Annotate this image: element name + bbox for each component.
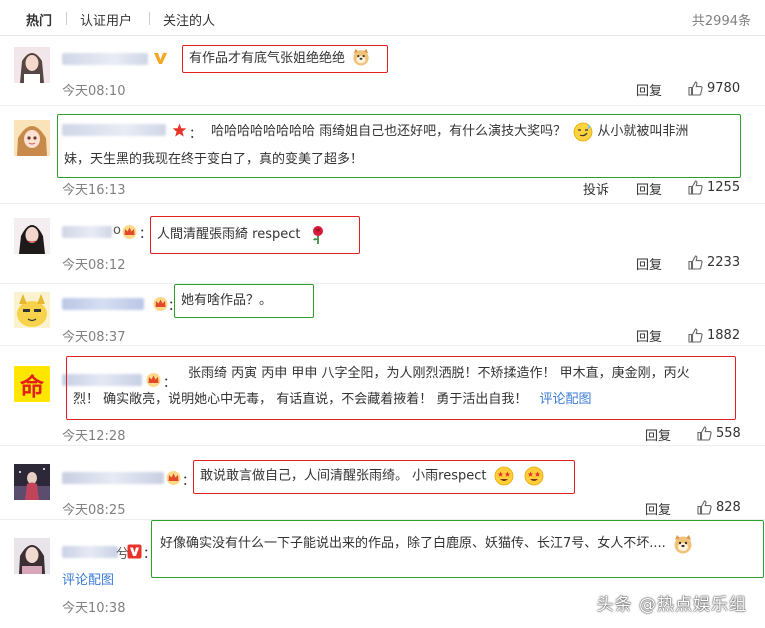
thumbs-up-icon: [688, 180, 703, 195]
like-button[interactable]: 9780: [688, 81, 740, 96]
comment-text-box: 她有啥作品？。: [174, 284, 314, 318]
username-blurred[interactable]: [62, 546, 118, 558]
comment-text: 妹，天生黑的我现在终于变白了，真的变美了超多！: [64, 152, 364, 167]
comment-item: 命 ： 张雨绮 丙寅 丙申 甲申 八字全阳，为人刚烈洒脱！不矫揉造作！ 甲木直，…: [0, 346, 765, 446]
crown-icon: [153, 297, 168, 311]
comment-text-box: 张雨绮 丙寅 丙申 甲申 八字全阳，为人刚烈洒脱！不矫揉造作！ 甲木直，庚金刚，…: [66, 356, 736, 420]
comment-text: 哈哈哈哈哈哈哈哈 雨绮姐自己也还好吧，有什么演技大奖吗？: [211, 124, 567, 139]
avatar[interactable]: [14, 292, 50, 328]
like-button[interactable]: 558: [697, 426, 741, 441]
like-count: 828: [716, 500, 741, 515]
comment-text-cont: 烈！ 确实敞亮，说明她心中无毒， 有话直说，不会藏着掖着！ 勇于活出自我！: [73, 392, 528, 407]
comment-text-box: 敢说敢言做自己，人间清醒张雨绮。 小雨respect: [193, 460, 575, 494]
comment-text: 好像确实没有什么一下子能说出来的作品，除了白鹿原、妖猫传、长江7号、女人不坏..…: [160, 536, 666, 551]
username-blurred[interactable]: [62, 53, 148, 65]
avatar[interactable]: 命: [14, 366, 50, 402]
comment-time: 今天08:25: [62, 503, 126, 518]
comment-item: o ： 人間清醒張雨綺 respect 今天08:12 回复 2233: [0, 204, 765, 284]
comment-text-box: 人間清醒張雨綺 respect: [150, 216, 360, 254]
comment-time: 今天08:10: [62, 84, 126, 99]
tab-divider: [66, 12, 67, 25]
comment-item: ： 她有啥作品？。 今天08:37 回复 1882: [0, 284, 765, 346]
watermark: 头条 @热点娱乐组: [596, 595, 747, 615]
comment-text: 有作品才有底气张姐绝绝绝: [189, 51, 346, 66]
thumbs-up-icon: [688, 255, 703, 270]
comment-tabs: 热门 认证用户 关注的人 共2994条: [0, 0, 765, 36]
reply-button[interactable]: 回复: [636, 80, 662, 99]
reply-button[interactable]: 回复: [645, 425, 671, 444]
like-count: 558: [716, 426, 741, 441]
reply-button[interactable]: 回复: [645, 499, 671, 518]
comment-text-box: 好像确实没有什么一下子能说出来的作品，除了白鹿原、妖猫传、长江7号、女人不坏..…: [151, 520, 764, 578]
comment-line-2: 烈！ 确实敞亮，说明她心中无毒， 有话直说，不会藏着掖着！ 勇于活出自我！ 评论…: [73, 387, 729, 413]
comment-item: ： 敢说敢言做自己，人间清醒张雨绮。 小雨respect 今天08:25 回复 …: [0, 446, 765, 520]
comment-item: 有作品才有底气张姐绝绝绝 今天08:10 回复 9780: [0, 36, 765, 106]
avatar[interactable]: [14, 464, 50, 500]
rose-emoji-icon: [312, 225, 323, 244]
reply-button[interactable]: 回复: [636, 326, 662, 345]
avatar-char: 命: [20, 371, 44, 401]
comment-line-1: 哈哈哈哈哈哈哈哈 雨绮姐自己也还好吧，有什么演技大奖吗？ 从小就被叫非洲: [64, 118, 734, 146]
comment-text: 张雨绮 丙寅 丙申 甲申 八字全阳，为人刚烈洒脱！不矫揉造作！ 甲木直，庚金刚，…: [188, 366, 690, 381]
avatar[interactable]: [14, 538, 50, 574]
like-count: 1882: [707, 328, 741, 343]
username-blurred[interactable]: [62, 298, 144, 310]
reply-button[interactable]: 回复: [636, 179, 662, 198]
tab-verified[interactable]: 认证用户: [80, 10, 132, 29]
like-count: 2233: [707, 255, 741, 270]
avatar[interactable]: [14, 47, 50, 83]
thumbs-up-icon: [688, 81, 703, 96]
tab-following[interactable]: 关注的人: [163, 10, 215, 29]
like-button[interactable]: 828: [697, 500, 741, 515]
thumbs-up-icon: [697, 500, 712, 515]
tab-divider: [149, 12, 150, 25]
comment-time: 今天08:37: [62, 330, 126, 345]
username-blurred[interactable]: [62, 226, 112, 238]
comment-time: 今天08:12: [62, 258, 126, 273]
vip-v-icon: [127, 544, 142, 559]
comment-text-cont: 从小就被叫非洲: [597, 124, 689, 139]
comment-total: 共2994条: [691, 14, 751, 29]
vip-v-icon: [154, 53, 167, 64]
comment-text-box: 哈哈哈哈哈哈哈哈 雨绮姐自己也还好吧，有什么演技大奖吗？ 从小就被叫非洲 妹，天…: [57, 114, 741, 178]
star-eyes-emoji-icon: [524, 466, 544, 486]
comment-image-link[interactable]: 评论配图: [540, 392, 592, 407]
comment-text: 人間清醒張雨綺 respect: [157, 227, 301, 242]
like-button[interactable]: 1882: [688, 328, 740, 343]
star-eyes-emoji-icon: [494, 466, 514, 486]
thumbs-up-icon: [697, 426, 712, 441]
doge-emoji-icon: [674, 534, 692, 553]
comment-time: 今天16:13: [62, 183, 126, 198]
like-button[interactable]: 1255: [688, 180, 740, 195]
comment-image-link[interactable]: 评论配图: [62, 569, 114, 588]
comment-text: 敢说敢言做自己，人间清醒张雨绮。 小雨respect: [200, 468, 487, 484]
report-button[interactable]: 投诉: [583, 179, 609, 198]
like-button[interactable]: 2233: [688, 255, 740, 270]
crown-icon: [166, 471, 181, 485]
like-count: 1255: [707, 180, 741, 195]
smirk-emoji-icon: [573, 122, 593, 141]
doge-emoji-icon: [353, 48, 369, 66]
tab-hot[interactable]: 热门: [26, 10, 52, 29]
comment-time: 今天12:28: [62, 429, 126, 444]
like-count: 9780: [707, 81, 741, 96]
avatar[interactable]: [14, 218, 50, 254]
username-tail: o: [113, 223, 121, 238]
reply-button[interactable]: 回复: [636, 254, 662, 273]
comment-time: 今天10:38: [62, 601, 126, 616]
crown-icon: [122, 225, 137, 239]
comment-line-2: 妹，天生黑的我现在终于变白了，真的变美了超多！: [64, 146, 734, 174]
comment-text-box: 有作品才有底气张姐绝绝绝: [182, 45, 388, 73]
avatar[interactable]: [14, 120, 50, 156]
comment-text: 她有啥作品？。: [181, 293, 273, 308]
comment-item: ： 哈哈哈哈哈哈哈哈 雨绮姐自己也还好吧，有什么演技大奖吗？ 从小就被叫非洲 妹…: [0, 106, 765, 204]
comment-line-1: 张雨绮 丙寅 丙申 甲申 八字全阳，为人刚烈洒脱！不矫揉造作！ 甲木直，庚金刚，…: [73, 361, 729, 387]
username-blurred[interactable]: [62, 472, 164, 484]
thumbs-up-icon: [688, 328, 703, 343]
